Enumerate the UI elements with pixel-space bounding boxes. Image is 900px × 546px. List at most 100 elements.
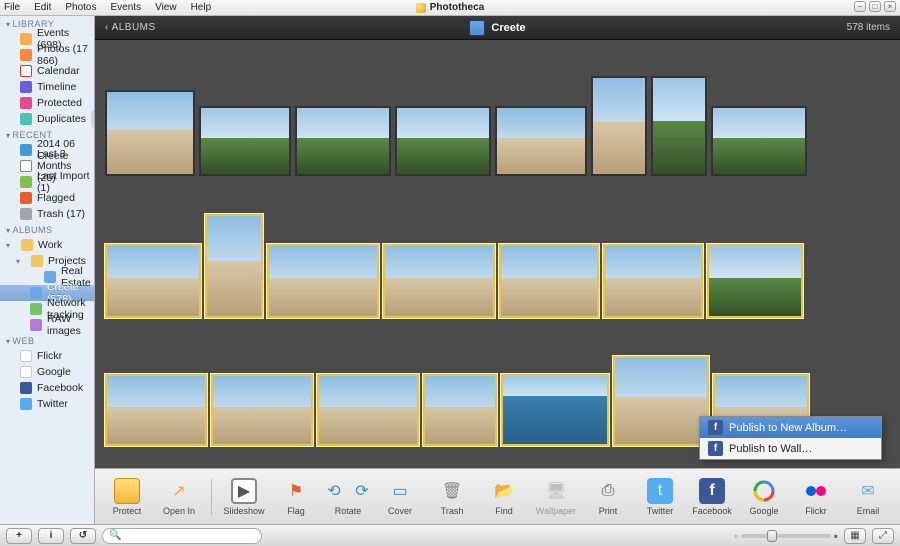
- photo-thumbnail[interactable]: [501, 374, 609, 446]
- rotate-left-icon[interactable]: ⟲: [321, 478, 347, 504]
- photo-thumbnail[interactable]: [383, 244, 495, 318]
- zoom-track[interactable]: [741, 534, 831, 538]
- photo-thumbnail[interactable]: [295, 106, 391, 176]
- recent-icon: [20, 144, 32, 156]
- facebook-icon: f: [708, 420, 723, 435]
- photo-thumbnail[interactable]: [591, 76, 647, 176]
- photo-thumbnail[interactable]: [711, 106, 807, 176]
- photo-thumbnail[interactable]: [211, 374, 313, 446]
- menubar: File Edit Photos Events View Help Photot…: [0, 0, 900, 16]
- sidebar-section-title[interactable]: ▾ALBUMS: [0, 222, 94, 237]
- sidebar-item-label: Photos (17 866): [37, 43, 90, 67]
- add-button[interactable]: +: [6, 528, 32, 544]
- sidebar-item[interactable]: ▾Work: [0, 237, 94, 253]
- photo-thumbnail[interactable]: [105, 244, 201, 318]
- open-in-button[interactable]: ↗Open In: [157, 478, 201, 516]
- sidebar-item[interactable]: Calendar: [0, 63, 94, 79]
- google-button[interactable]: Google: [742, 478, 786, 516]
- photo-thumbnail[interactable]: [423, 374, 497, 446]
- facebook-icon: f: [699, 478, 725, 504]
- photo-thumbnail[interactable]: [267, 244, 379, 318]
- trash-button[interactable]: 🗑Trash: [430, 478, 474, 516]
- photo-grid[interactable]: fPublish to New Album…fPublish to Wall…: [95, 40, 900, 468]
- slideshow-button[interactable]: ▶Slideshow: [222, 478, 266, 516]
- search-input[interactable]: [124, 530, 255, 541]
- duplicates-icon: [20, 113, 32, 125]
- album-title: Creete: [491, 22, 525, 34]
- flickr-button[interactable]: Flickr: [794, 478, 838, 516]
- album-purple-icon: [30, 319, 42, 331]
- flag-button[interactable]: ⚑Flag: [274, 478, 318, 516]
- sidebar-item[interactable]: Flickr: [0, 348, 94, 364]
- photo-thumbnail[interactable]: [651, 76, 707, 176]
- disclosure-triangle-icon[interactable]: ▾: [16, 257, 24, 266]
- toolbar-label: Flag: [287, 506, 305, 516]
- sidebar-item[interactable]: Duplicates8 519: [0, 111, 94, 127]
- email-button[interactable]: ✉Email: [846, 478, 890, 516]
- info-button[interactable]: i: [38, 528, 64, 544]
- sidebar-item-label: Google: [37, 366, 71, 378]
- disclosure-triangle-icon[interactable]: ▾: [6, 241, 14, 250]
- protected-icon: [20, 97, 32, 109]
- minimize-button[interactable]: –: [854, 1, 866, 12]
- photo-thumbnail[interactable]: [603, 244, 703, 318]
- toolbar-label: Open In: [163, 506, 195, 516]
- photo-thumbnail[interactable]: [613, 356, 709, 446]
- sidebar-item[interactable]: Last Import (1): [0, 174, 94, 190]
- photo-thumbnail[interactable]: [395, 106, 491, 176]
- twitter-button[interactable]: tTwitter: [638, 478, 682, 516]
- sidebar-item[interactable]: Trash (17): [0, 206, 94, 222]
- sidebar-item[interactable]: Protected: [0, 95, 94, 111]
- rotate-right-icon[interactable]: ⟳: [349, 478, 375, 504]
- sidebar-section-label: ALBUMS: [13, 225, 53, 235]
- sidebar-item[interactable]: Facebook: [0, 380, 94, 396]
- photo-thumbnail[interactable]: [105, 90, 195, 176]
- sidebar-item[interactable]: Timeline: [0, 79, 94, 95]
- menu-events[interactable]: Events: [111, 2, 142, 13]
- search-field[interactable]: 🔍: [102, 528, 262, 544]
- disclosure-triangle-icon: ▾: [6, 226, 11, 235]
- photo-thumbnail[interactable]: [317, 374, 419, 446]
- sidebar-item-label: RAW images: [47, 313, 90, 337]
- facebook-button[interactable]: fFacebook: [690, 478, 734, 516]
- photo-thumbnail[interactable]: [205, 214, 263, 318]
- zoom-knob[interactable]: [767, 530, 777, 542]
- google-icon: [751, 478, 777, 504]
- photo-thumbnail[interactable]: [105, 374, 207, 446]
- menu-photos[interactable]: Photos: [65, 2, 96, 13]
- find-button[interactable]: 📂Find: [482, 478, 526, 516]
- menu-view[interactable]: View: [155, 2, 177, 13]
- sidebar-item[interactable]: Google: [0, 364, 94, 380]
- toolbar-label: Slideshow: [223, 506, 264, 516]
- sidebar-item-label: Protected: [37, 97, 82, 109]
- maximize-button[interactable]: □: [869, 1, 881, 12]
- cover-button[interactable]: ▭Cover: [378, 478, 422, 516]
- print-button[interactable]: ⎙Print: [586, 478, 630, 516]
- menu-file[interactable]: File: [4, 2, 20, 13]
- context-menu-item[interactable]: fPublish to Wall…: [700, 438, 881, 459]
- photo-thumbnail[interactable]: [199, 106, 291, 176]
- photo-thumbnail[interactable]: [707, 244, 803, 318]
- sidebar-item[interactable]: Twitter: [0, 396, 94, 412]
- menu-edit[interactable]: Edit: [34, 2, 51, 13]
- context-menu-item[interactable]: fPublish to New Album…: [700, 417, 881, 438]
- photo-thumbnail[interactable]: [499, 244, 599, 318]
- view-mode-grid[interactable]: ▦: [844, 528, 866, 544]
- sidebar-item[interactable]: RAW images: [0, 317, 94, 333]
- search-icon: 🔍: [109, 530, 121, 541]
- sync-button[interactable]: ↺: [70, 528, 96, 544]
- sidebar-item[interactable]: Photos (17 866): [0, 47, 94, 63]
- photo-thumbnail[interactable]: [495, 106, 587, 176]
- zoom-out-icon[interactable]: ▫: [735, 531, 738, 541]
- close-button[interactable]: ×: [884, 1, 896, 12]
- menu-help[interactable]: Help: [191, 2, 212, 13]
- protect-icon: [114, 478, 140, 504]
- rotate-button[interactable]: ⟲⟳Rotate: [326, 478, 370, 516]
- protect-button[interactable]: Protect: [105, 478, 149, 516]
- toolbar-label: Twitter: [647, 506, 674, 516]
- view-mode-expand[interactable]: ⤢: [872, 528, 894, 544]
- zoom-in-icon[interactable]: ▪: [834, 529, 838, 543]
- app-icon: [416, 3, 426, 13]
- status-bar: + i ↺ 🔍 ▫ ▪ ▦ ⤢: [0, 524, 900, 546]
- zoom-slider[interactable]: ▫ ▪: [735, 529, 838, 543]
